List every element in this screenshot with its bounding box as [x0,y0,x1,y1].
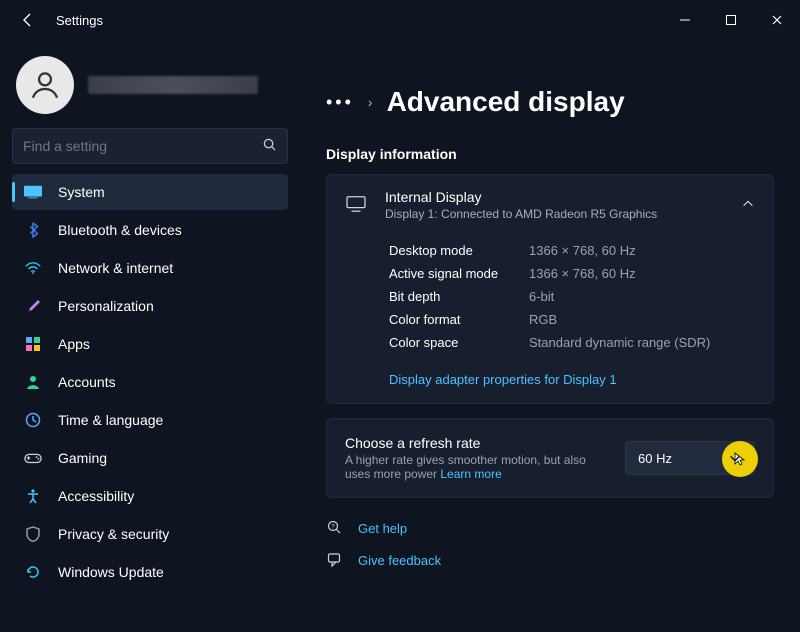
property-row: Color formatRGB [389,308,755,331]
window-title: Settings [56,13,103,28]
help-icon: ? [326,520,344,536]
search-icon [262,137,277,155]
property-label: Color format [389,312,529,327]
back-button[interactable] [14,6,42,34]
sidebar-item-personalization[interactable]: Personalization [12,288,288,324]
clock-icon [22,411,44,429]
sidebar-item-label: Apps [58,336,90,352]
search-box[interactable] [12,128,288,164]
property-row: Active signal mode1366 × 768, 60 Hz [389,262,755,285]
sidebar-item-time-language[interactable]: Time & language [12,402,288,438]
property-row: Color spaceStandard dynamic range (SDR) [389,331,755,354]
page-title: Advanced display [387,86,625,118]
user-icon [22,373,44,391]
shield-icon [22,525,44,543]
property-label: Active signal mode [389,266,529,281]
minimize-button[interactable] [662,4,708,36]
sidebar-item-label: Accessibility [58,488,134,504]
sidebar-item-gaming[interactable]: Gaming [12,440,288,476]
display-properties: Desktop mode1366 × 768, 60 HzActive sign… [327,235,773,368]
sidebar-item-label: Personalization [58,298,154,314]
profile-block[interactable] [16,56,288,114]
avatar [16,56,74,114]
gaming-icon [22,449,44,467]
refresh-rate-subtitle: A higher rate gives smoother motion, but… [345,453,605,481]
sidebar-item-system[interactable]: System [12,174,288,210]
nav-list: System Bluetooth & devices Network & inter… [12,174,288,590]
property-value: RGB [529,312,755,327]
brush-icon [22,297,44,315]
sidebar-item-label: Network & internet [58,260,173,276]
feedback-icon [326,552,344,568]
sidebar-item-network-internet[interactable]: Network & internet [12,250,288,286]
sidebar-item-bluetooth-devices[interactable]: Bluetooth & devices [12,212,288,248]
property-value: Standard dynamic range (SDR) [529,335,755,350]
refresh-rate-select[interactable]: 60 Hz [625,441,755,475]
property-value: 6-bit [529,289,755,304]
title-bar: Settings [0,0,800,40]
sidebar-item-accessibility[interactable]: Accessibility [12,478,288,514]
display-info-card: Internal Display Display 1: Connected to… [326,174,774,404]
bluetooth-icon [22,221,44,239]
close-button[interactable] [754,4,800,36]
content-area: ••• › Advanced display Display informati… [300,40,800,632]
window-controls [662,4,800,36]
chevron-right-icon: › [368,94,373,110]
display-card-title: Internal Display [385,189,741,205]
sidebar-item-label: Windows Update [58,564,164,580]
property-row: Bit depth6-bit [389,285,755,308]
refresh-rate-value: 60 Hz [638,451,672,466]
breadcrumb: ••• › Advanced display [326,86,774,118]
sidebar-item-accounts[interactable]: Accounts [12,364,288,400]
property-value: 1366 × 768, 60 Hz [529,243,755,258]
property-label: Bit depth [389,289,529,304]
system-icon [22,183,44,201]
maximize-button[interactable] [708,4,754,36]
chevron-up-icon [741,197,755,214]
sidebar: System Bluetooth & devices Network & inter… [0,40,300,632]
search-input[interactable] [23,138,262,154]
breadcrumb-more-icon[interactable]: ••• [326,92,354,113]
wifi-icon [22,259,44,277]
learn-more-link[interactable]: Learn more [440,467,501,481]
sidebar-item-windows-update[interactable]: Windows Update [12,554,288,590]
property-value: 1366 × 768, 60 Hz [529,266,755,281]
display-card-subtitle: Display 1: Connected to AMD Radeon R5 Gr… [385,207,741,221]
apps-icon [22,335,44,353]
sidebar-item-apps[interactable]: Apps [12,326,288,362]
display-card-header[interactable]: Internal Display Display 1: Connected to… [327,175,773,235]
adapter-properties-link[interactable]: Display adapter properties for Display 1 [327,368,773,403]
get-help-link[interactable]: ? Get help [326,512,774,544]
cursor-highlight [722,441,758,477]
refresh-rate-card: Choose a refresh rate A higher rate give… [326,418,774,498]
sidebar-item-privacy-security[interactable]: Privacy & security [12,516,288,552]
give-feedback-link[interactable]: Give feedback [326,544,774,576]
sidebar-item-label: Accounts [58,374,116,390]
sidebar-item-label: Bluetooth & devices [58,222,182,238]
refresh-rate-title: Choose a refresh rate [345,435,625,451]
sidebar-item-label: Gaming [58,450,107,466]
property-row: Desktop mode1366 × 768, 60 Hz [389,239,755,262]
accessibility-icon [22,487,44,505]
sidebar-item-label: Privacy & security [58,526,169,542]
profile-name-redacted [88,76,258,94]
update-icon [22,563,44,581]
display-info-section-title: Display information [326,146,774,162]
sidebar-item-label: Time & language [58,412,163,428]
footer-links: ? Get help Give feedback [326,512,774,576]
property-label: Color space [389,335,529,350]
property-label: Desktop mode [389,243,529,258]
sidebar-item-label: System [58,184,105,200]
monitor-icon [345,195,367,216]
